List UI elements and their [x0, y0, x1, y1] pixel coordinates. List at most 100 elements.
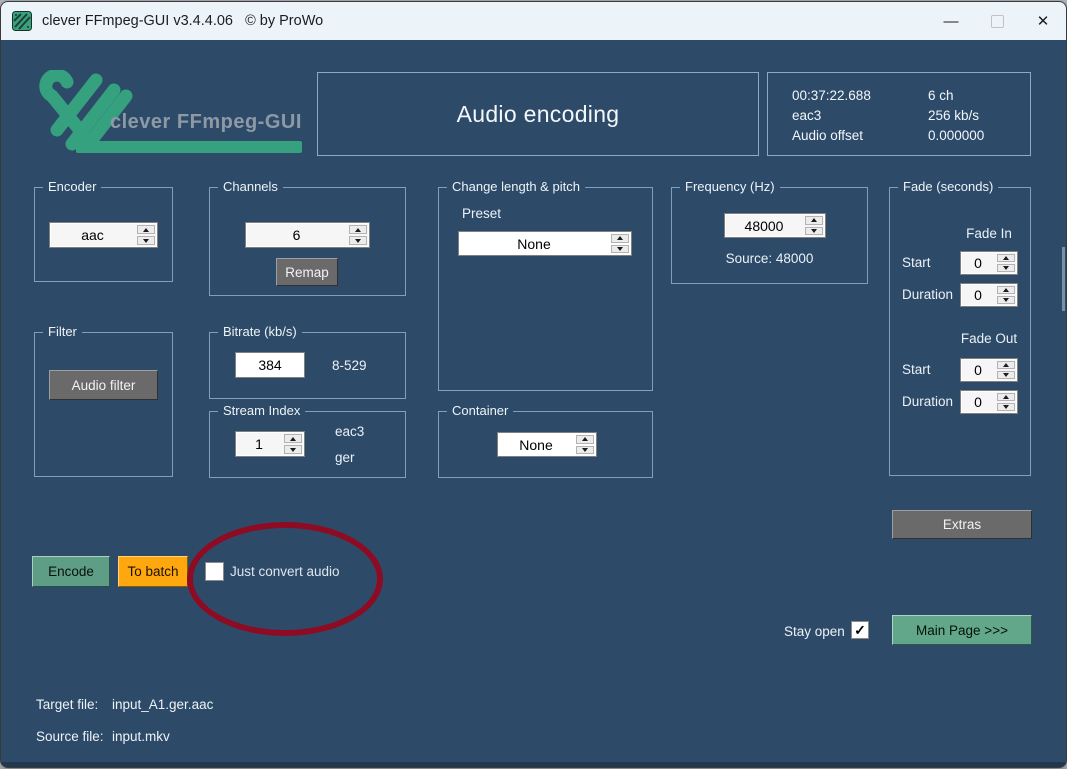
audio-offset-label: Audio offset [792, 128, 864, 143]
annotation-ellipse [187, 522, 383, 636]
arrow-down-icon [811, 228, 817, 233]
arrow-down-icon [1003, 298, 1009, 302]
arrow-up-icon [1003, 363, 1009, 367]
spin-up-button[interactable] [576, 435, 594, 444]
fade-in-duration-spinner[interactable]: 0 [960, 283, 1018, 307]
fade-in-start-value[interactable]: 0 [961, 252, 995, 274]
spin-down-button[interactable] [137, 236, 155, 245]
spin-down-button[interactable] [611, 244, 629, 253]
spin-down-button[interactable] [805, 226, 823, 235]
client-area: clever FFmpeg-GUI Audio encoding 00:37:2… [1, 40, 1066, 767]
close-button[interactable]: ✕ [1020, 2, 1066, 40]
remap-button[interactable]: Remap [276, 258, 338, 286]
fade-out-start-label: Start [902, 362, 931, 377]
stream-index-value[interactable]: 1 [236, 432, 282, 456]
main-page-button[interactable]: Main Page >>> [892, 615, 1032, 645]
encoder-group-title: Encoder [43, 179, 102, 194]
container-value[interactable]: None [498, 433, 574, 456]
scrollbar-artifact [1062, 247, 1065, 311]
arrow-down-icon [1003, 373, 1009, 377]
spin-down-button[interactable] [349, 236, 367, 245]
spin-buttons [995, 359, 1017, 381]
minimize-button[interactable]: — [928, 2, 974, 40]
fade-in-start-label: Start [902, 255, 931, 270]
stay-open-checkbox[interactable]: ✓ [851, 621, 869, 639]
stay-open-label[interactable]: Stay open [784, 624, 845, 639]
container-group: Container None [438, 403, 653, 478]
audio-filter-button[interactable]: Audio filter [49, 370, 158, 400]
frequency-spin-buttons [803, 214, 825, 237]
length-pitch-group-title: Change length & pitch [447, 179, 585, 194]
spin-up-button[interactable] [805, 216, 823, 225]
bitrate-range-label: 8-529 [332, 358, 367, 373]
spin-down-button[interactable] [997, 296, 1015, 304]
spin-down-button[interactable] [997, 264, 1015, 272]
encoder-value[interactable]: aac [50, 223, 135, 247]
fade-out-duration-value[interactable]: 0 [961, 391, 995, 413]
spin-up-button[interactable] [997, 393, 1015, 401]
spin-down-button[interactable] [997, 403, 1015, 411]
fade-in-duration-label: Duration [902, 287, 954, 302]
spin-down-button[interactable] [576, 445, 594, 454]
channels-value[interactable]: 6 [246, 223, 347, 247]
fade-group: Fade (seconds) Fade In Start 0 Duration … [889, 179, 1031, 476]
fade-out-start-value[interactable]: 0 [961, 359, 995, 381]
arrow-down-icon [1003, 266, 1009, 270]
fade-in-duration-value[interactable]: 0 [961, 284, 995, 306]
spin-up-button[interactable] [997, 254, 1015, 262]
source-file-label: Source file: [36, 729, 104, 744]
spin-down-button[interactable] [997, 371, 1015, 379]
stream-index-spinner[interactable]: 1 [235, 431, 305, 457]
container-spinner[interactable]: None [497, 432, 597, 457]
spin-up-button[interactable] [611, 234, 629, 243]
spin-up-button[interactable] [997, 361, 1015, 369]
stream-language-label: ger [335, 450, 355, 465]
spin-up-button[interactable] [284, 434, 302, 443]
spin-up-button[interactable] [137, 225, 155, 234]
spin-buttons [995, 391, 1017, 413]
fade-group-title: Fade (seconds) [898, 179, 999, 194]
frequency-source-label: Source: 48000 [725, 251, 814, 266]
fade-out-label: Fade Out [960, 331, 1018, 346]
fade-out-duration-label: Duration [902, 394, 954, 409]
source-file-row: Source file: input.mkv [36, 729, 170, 744]
bitrate-input[interactable]: 384 [235, 352, 305, 378]
encoder-spinner[interactable]: aac [49, 222, 158, 248]
title-bar[interactable]: clever FFmpeg-GUI v3.4.4.06 © by ProWo —… [1, 2, 1066, 40]
channels-spinner[interactable]: 6 [245, 222, 370, 248]
encode-button[interactable]: Encode [32, 556, 110, 587]
frequency-group-title: Frequency (Hz) [680, 179, 780, 194]
frequency-value[interactable]: 48000 [725, 214, 803, 237]
frequency-spinner[interactable]: 48000 [724, 213, 826, 238]
audio-offset-value: 0.000000 [928, 128, 985, 143]
extras-button[interactable]: Extras [892, 510, 1032, 539]
minimize-icon: — [943, 12, 959, 30]
arrow-up-icon [290, 436, 296, 441]
fade-out-start-spinner[interactable]: 0 [960, 358, 1018, 382]
fade-out-duration-spinner[interactable]: 0 [960, 390, 1018, 414]
preset-value[interactable]: None [459, 232, 609, 255]
arrow-up-icon [355, 227, 361, 232]
channels-group: Channels 6 Remap [209, 179, 406, 296]
logo-underline [76, 141, 302, 153]
arrow-down-icon [582, 447, 588, 452]
arrow-down-icon [290, 447, 296, 452]
source-bitrate: 256 kb/s [928, 108, 980, 123]
spin-down-button[interactable] [284, 445, 302, 454]
channels-spin-buttons [347, 223, 369, 247]
to-batch-button[interactable]: To batch [118, 556, 188, 587]
frequency-group: Frequency (Hz) 48000 Source: 48000 [671, 179, 868, 284]
spin-up-button[interactable] [997, 286, 1015, 294]
source-info-box: 00:37:22.688 6 ch eac3 256 kb/s Audio of… [767, 72, 1031, 156]
spin-buttons [995, 252, 1017, 274]
info-row-offset: Audio offset 0.000000 [792, 126, 1030, 146]
filter-group-title: Filter [43, 324, 82, 339]
preset-spinner[interactable]: None [458, 231, 632, 256]
arrow-up-icon [1003, 288, 1009, 292]
source-codec: eac3 [792, 108, 822, 123]
target-file-row: Target file: input_A1.ger.aac [36, 697, 213, 712]
spin-up-button[interactable] [349, 225, 367, 234]
bitrate-group: Bitrate (kb/s) 384 8-529 [209, 324, 406, 399]
maximize-button[interactable] [974, 2, 1020, 40]
fade-in-start-spinner[interactable]: 0 [960, 251, 1018, 275]
